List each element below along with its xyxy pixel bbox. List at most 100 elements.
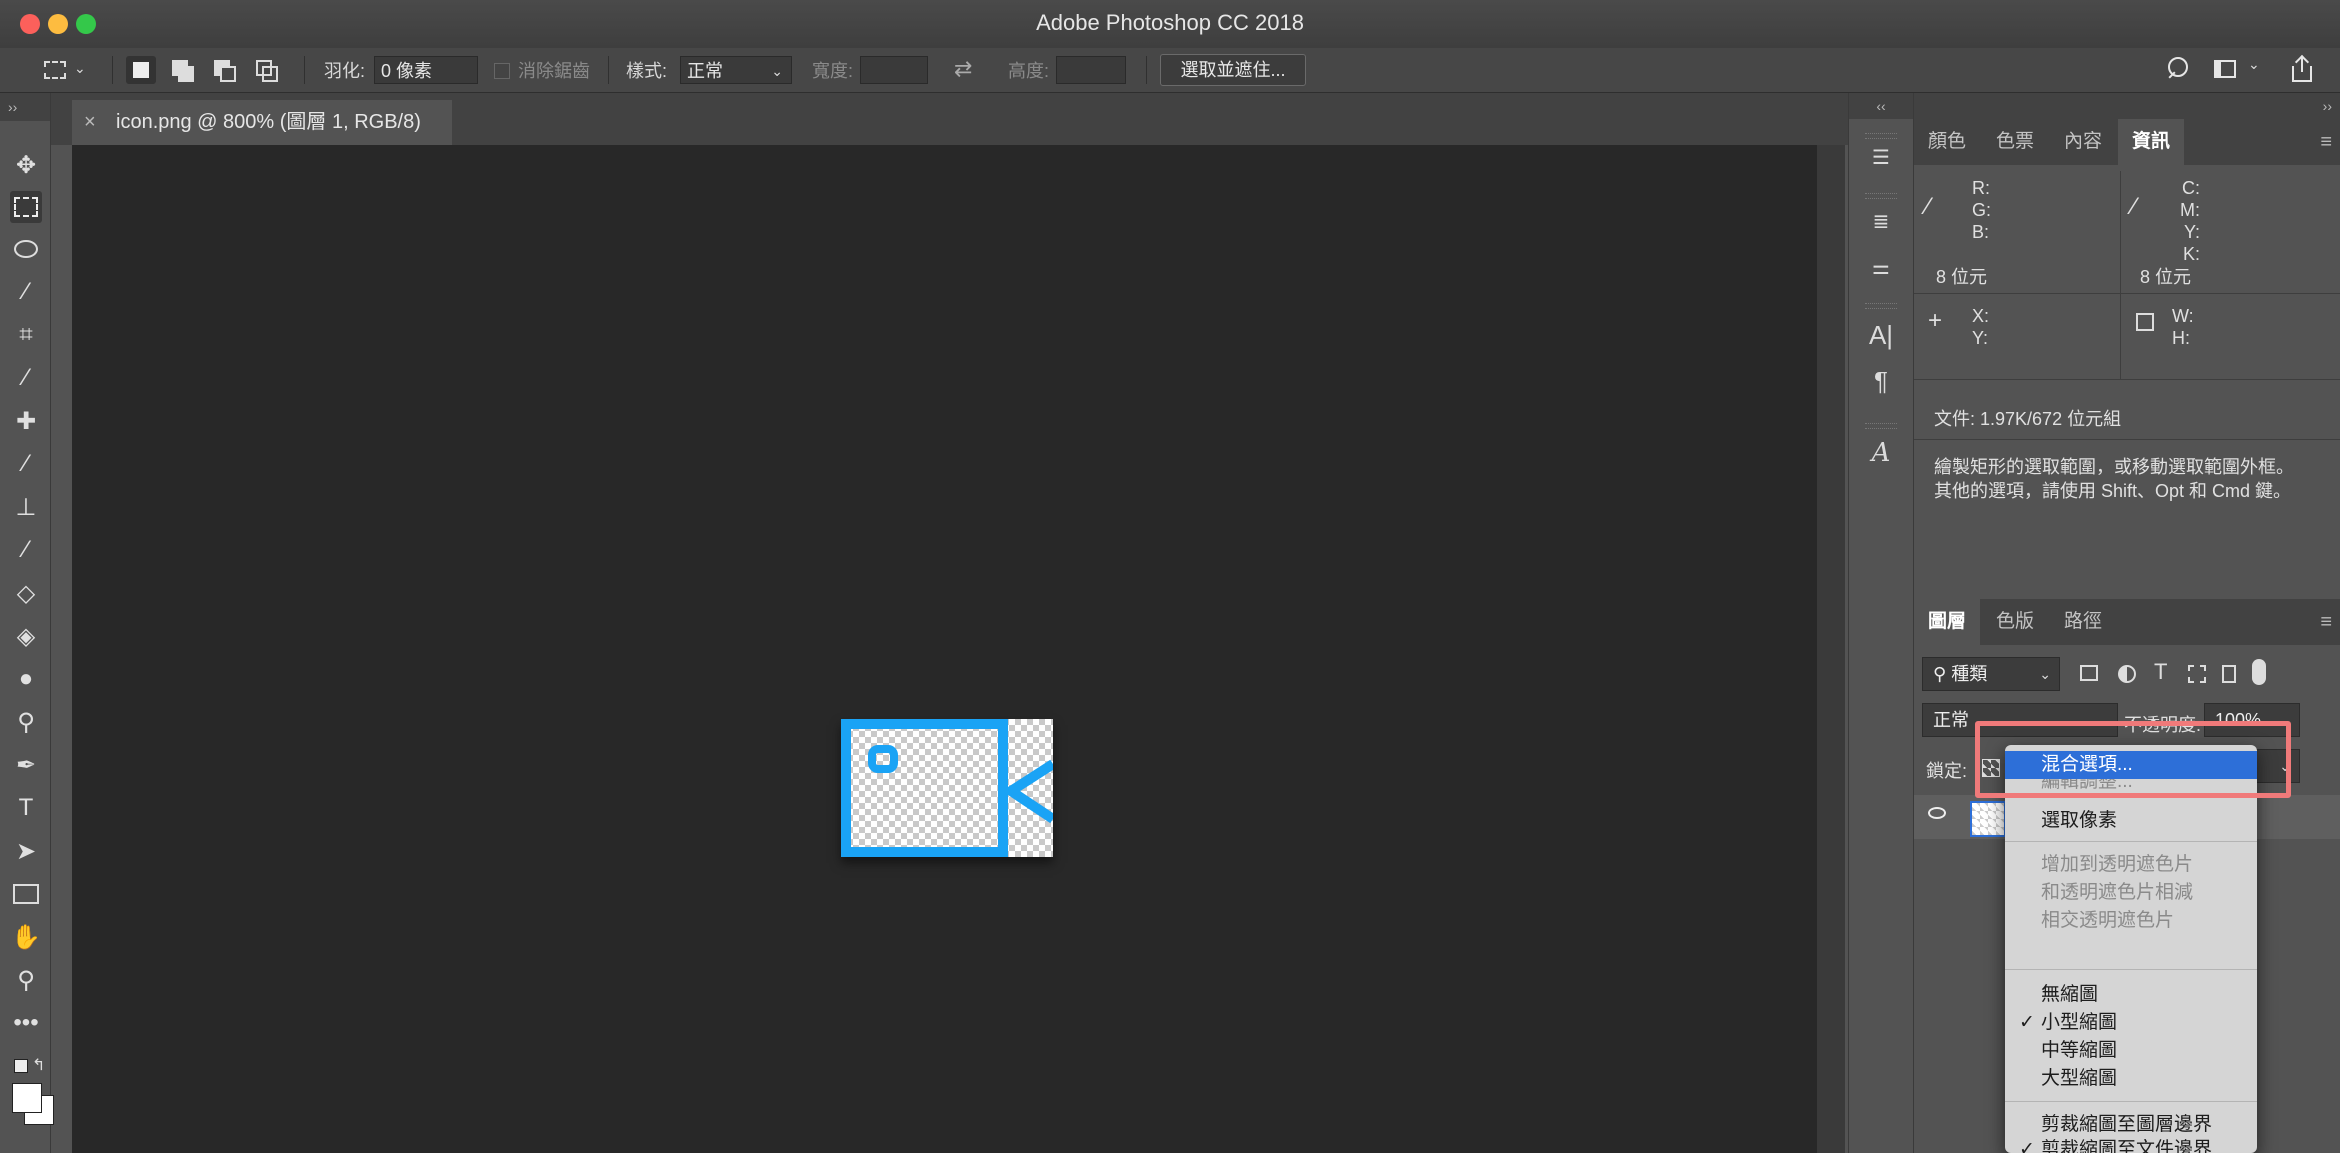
character-panel-icon[interactable]: A| <box>1865 319 1897 351</box>
dodge-icon[interactable]: ⚲ <box>10 706 42 738</box>
menu-item-add-transparency-mask[interactable]: 增加到透明遮色片 <box>2005 851 2257 879</box>
tab-swatches[interactable]: 色票 <box>1982 119 2048 165</box>
new-selection-button[interactable] <box>126 56 156 84</box>
panel-menu-icon[interactable]: ≡ <box>2320 611 2332 634</box>
add-selection-icon-overlay <box>178 66 194 82</box>
dock-grip <box>1865 423 1897 429</box>
layer-thumbnail[interactable] <box>1970 801 2006 837</box>
window-title: Adobe Photoshop CC 2018 <box>1036 10 1304 35</box>
menu-item-intersect-transparency-mask[interactable]: 相交透明遮色片 <box>2005 907 2257 935</box>
share-icon[interactable] <box>2290 54 2316 84</box>
move-icon[interactable]: ✥ <box>10 149 42 181</box>
search-icon[interactable] <box>2164 54 2194 84</box>
eraser-icon[interactable]: ◇ <box>10 577 42 609</box>
height-input[interactable] <box>1056 56 1126 84</box>
selection-size-icon <box>2136 313 2154 331</box>
intersect-selection-button[interactable] <box>252 56 282 84</box>
bucket-icon[interactable]: ◈ <box>10 620 42 652</box>
annotation-highlight-box <box>1975 721 2291 798</box>
glyphs-panel-icon[interactable]: A <box>1865 437 1897 469</box>
document-tab[interactable]: × icon.png @ 800% (圖層 1, RGB/8) <box>72 100 452 145</box>
menu-item-label: 剪裁縮圖至文件邊界 <box>2041 1139 2213 1153</box>
menu-item-large-thumbnails[interactable]: 大型縮圖 <box>2005 1065 2257 1093</box>
filter-smart-object-icon[interactable] <box>2222 665 2236 683</box>
swap-dimensions-icon[interactable]: ⇄ <box>954 56 972 82</box>
marquee-icon[interactable] <box>10 191 42 223</box>
swap-colors-icon[interactable]: ↰ <box>32 1055 45 1075</box>
tab-info[interactable]: 資訊 <box>2118 119 2185 165</box>
width-input[interactable] <box>860 56 928 84</box>
lasso-icon[interactable] <box>10 233 42 265</box>
marquee-icon <box>44 61 66 79</box>
stamp-icon[interactable]: ⊥ <box>10 491 42 523</box>
tool-hint-line-1: 繪製矩形的選取範圍，或移動選取範圍外框。 <box>1934 457 2294 477</box>
brush-icon[interactable]: ⁄ <box>10 448 42 480</box>
blur-icon[interactable]: ● <box>10 663 42 695</box>
tab-layers[interactable]: 圖層 <box>1914 599 1981 645</box>
workspace-switcher[interactable]: ⌄ <box>2212 56 2268 82</box>
filter-type-icon[interactable]: T <box>2154 659 2167 685</box>
history-brush-icon[interactable]: ⁄ <box>10 534 42 566</box>
document-image[interactable] <box>841 719 1053 857</box>
healing-icon[interactable]: ✚ <box>10 405 42 437</box>
bit-depth-left: 8 位元 <box>1936 267 1988 287</box>
canvas-area[interactable] <box>72 145 1817 1153</box>
tab-paths[interactable]: 路徑 <box>2050 599 2116 645</box>
subtract-selection-button[interactable] <box>210 56 240 84</box>
paragraph-panel-icon[interactable]: ¶ <box>1865 365 1897 397</box>
expand-toolbar-button[interactable]: ›› <box>0 93 50 121</box>
divider <box>1914 439 2340 440</box>
pen-icon[interactable]: ✒ <box>10 749 42 781</box>
menu-item-small-thumbnails[interactable]: ✓ 小型縮圖 <box>2005 1009 2257 1037</box>
menu-item-clip-to-layer-bounds[interactable]: 剪裁縮圖至圖層邊界 <box>2005 1111 2257 1139</box>
filter-shape-icon[interactable] <box>2188 665 2206 683</box>
canvas-scrollbar[interactable] <box>1817 145 1845 1153</box>
expand-panels-button[interactable]: ›› <box>1914 93 2340 119</box>
dock-grip <box>1865 193 1897 199</box>
marquee-preset-picker[interactable]: ⌄ <box>40 58 92 84</box>
checkmark-icon: ✓ <box>2019 1012 2035 1033</box>
zoom-icon[interactable]: ⚲ <box>10 964 42 996</box>
hand-icon[interactable]: ✋ <box>10 921 42 953</box>
visibility-eye-icon[interactable] <box>1928 807 1946 819</box>
add-selection-button[interactable] <box>168 56 198 84</box>
magic-wand-icon[interactable]: ⁄ <box>10 276 42 308</box>
crop-icon[interactable]: ⌗ <box>10 319 42 351</box>
menu-item-no-thumbnails[interactable]: 無縮圖 <box>2005 981 2257 1009</box>
chevron-down-icon: ⌄ <box>2039 666 2051 682</box>
foreground-color-swatch[interactable] <box>12 1083 42 1113</box>
filter-toggle-switch[interactable] <box>2252 659 2266 685</box>
antialias-checkbox[interactable] <box>494 63 510 79</box>
filter-adjustment-icon[interactable] <box>2118 665 2136 683</box>
layer-filter-select[interactable]: ⚲ 種類 ⌄ <box>1922 657 2060 691</box>
document-tab-label: icon.png @ 800% (圖層 1, RGB/8) <box>116 111 421 133</box>
eyedropper-icon[interactable]: ⁄ <box>10 362 42 394</box>
menu-item-medium-thumbnails[interactable]: 中等縮圖 <box>2005 1037 2257 1065</box>
rectangle-icon[interactable] <box>10 878 42 910</box>
close-tab-icon[interactable]: × <box>84 100 96 145</box>
menu-item-clip-to-document-bounds[interactable]: ✓ 剪裁縮圖至文件邊界 <box>2005 1139 2257 1153</box>
chevron-down-icon: ⌄ <box>2248 56 2260 72</box>
select-and-mask-button[interactable]: 選取並遮住... <box>1160 54 1306 86</box>
divider <box>1914 379 2340 380</box>
path-select-icon[interactable]: ➤ <box>10 835 42 867</box>
menu-item-subtract-transparency-mask[interactable]: 和透明遮色片相減 <box>2005 879 2257 907</box>
more-icon[interactable]: ••• <box>10 1007 42 1039</box>
feather-input[interactable]: 0 像素 <box>374 56 478 84</box>
default-colors-icon[interactable] <box>14 1059 28 1073</box>
lock-label: 鎖定: <box>1926 761 1968 781</box>
history-panel-icon[interactable]: ☰ <box>1865 141 1897 173</box>
filter-pixel-icon[interactable] <box>2080 665 2098 681</box>
collapse-dock-button[interactable]: ‹‹ <box>1849 93 1913 119</box>
menu-separator <box>2005 969 2257 970</box>
panel-menu-icon[interactable]: ≡ <box>2320 131 2332 154</box>
tab-channels[interactable]: 色版 <box>1982 599 2048 645</box>
style-select[interactable]: 正常 ⌄ <box>680 56 792 84</box>
type-icon[interactable]: T <box>10 792 42 824</box>
style-select-value: 正常 <box>687 61 723 81</box>
adjustments-panel-icon[interactable]: ⚌ <box>1865 251 1897 283</box>
tab-color[interactable]: 顏色 <box>1914 119 1980 165</box>
tab-properties[interactable]: 內容 <box>2050 119 2116 165</box>
menu-item-select-pixels[interactable]: 選取像素 <box>2005 807 2257 835</box>
brushes-panel-icon[interactable]: ≣ <box>1865 205 1897 237</box>
